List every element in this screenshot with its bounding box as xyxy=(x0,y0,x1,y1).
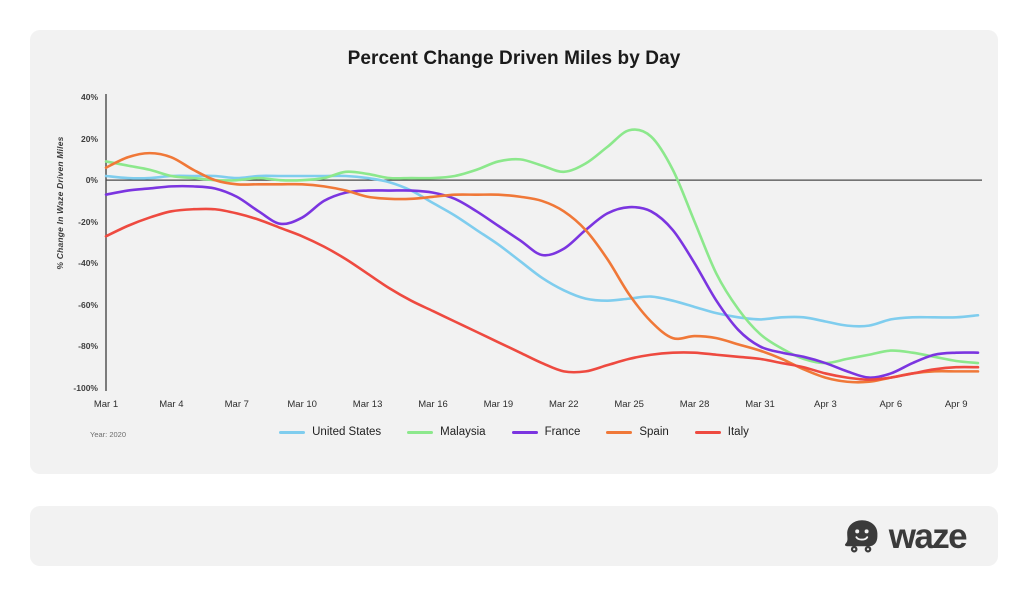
legend-swatch xyxy=(407,430,434,434)
legend-label: France xyxy=(544,426,581,438)
series-line-france xyxy=(104,184,980,379)
legend-label: United States xyxy=(312,426,382,438)
legend-swatch xyxy=(606,430,633,434)
chart-legend: United States Malaysia France Spain Italy xyxy=(30,426,998,438)
chart-card: Percent Change Driven Miles by Day % Cha… xyxy=(30,30,998,474)
legend-label: Spain xyxy=(639,426,669,438)
series-line-spain xyxy=(104,151,980,384)
chart-axis-lines xyxy=(105,94,982,391)
legend-item-spain[interactable]: Spain xyxy=(606,426,669,438)
legend-swatch xyxy=(279,430,306,434)
legend-item-france[interactable]: France xyxy=(511,426,581,438)
waze-ghost-icon xyxy=(844,520,878,553)
page-background: Percent Change Driven Miles by Day % Cha… xyxy=(0,0,1024,598)
line-chart-svg xyxy=(104,94,982,391)
legend-item-malaysia[interactable]: Malaysia xyxy=(407,426,486,438)
legend-item-united-states[interactable]: United States xyxy=(279,426,381,438)
series-line-united-states xyxy=(104,174,980,328)
legend-swatch xyxy=(511,430,538,434)
series-line-italy xyxy=(104,207,980,381)
waze-logo: waze xyxy=(842,516,968,556)
legend-swatch xyxy=(694,430,721,434)
chart-series-lines xyxy=(104,128,980,384)
legend-label: Italy xyxy=(727,426,749,438)
footer-card: waze xyxy=(30,506,998,566)
plot-area: % Change In Waze Driven Miles 40% 20% 0% -2… xyxy=(30,30,998,474)
legend-item-italy[interactable]: Italy xyxy=(694,426,749,438)
waze-wordmark: waze xyxy=(888,516,968,556)
legend-label: Malaysia xyxy=(440,426,486,438)
series-line-malaysia xyxy=(104,128,980,365)
